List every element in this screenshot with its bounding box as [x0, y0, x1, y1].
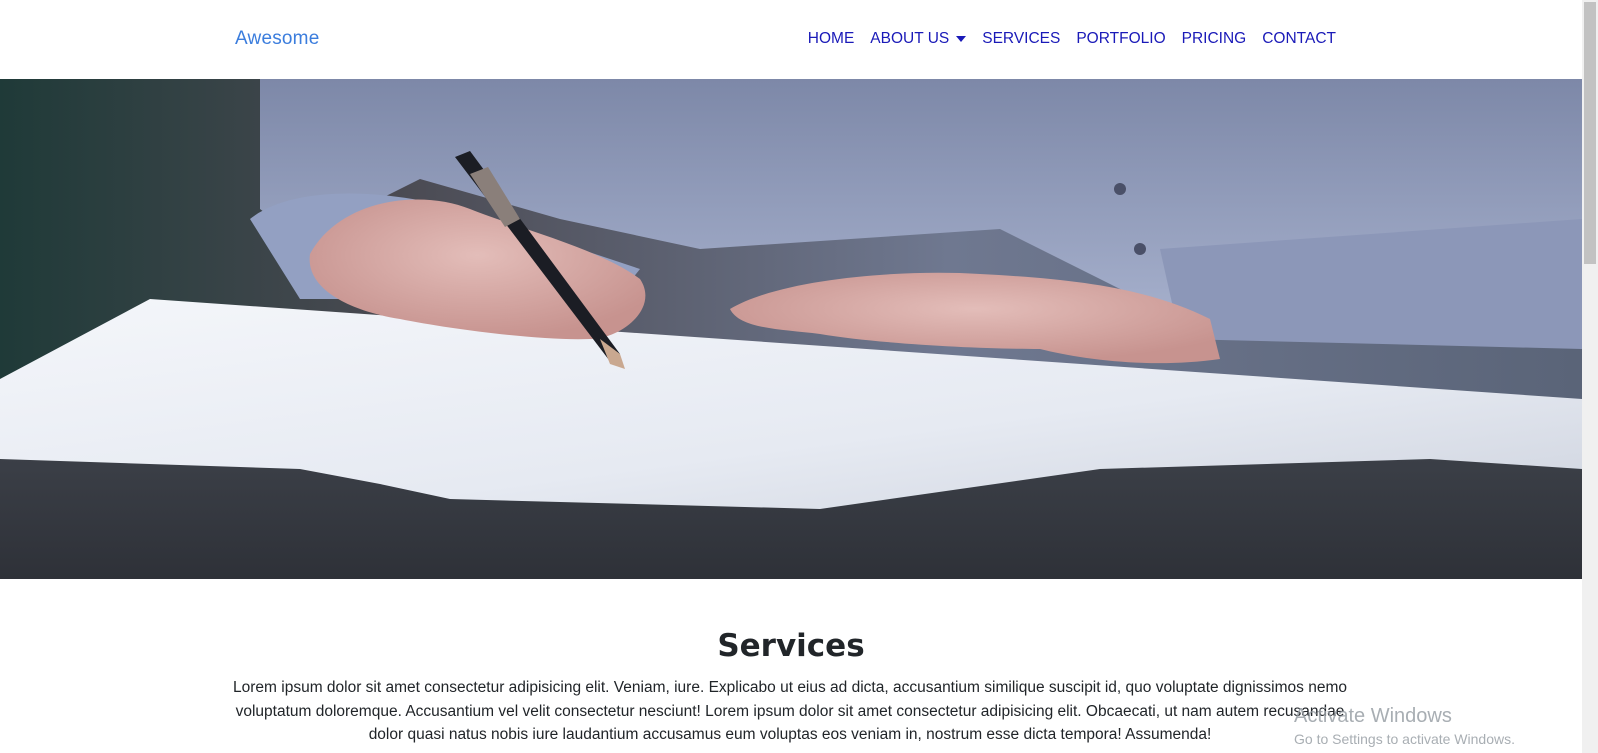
- brand-link[interactable]: Awesome: [235, 28, 319, 50]
- nav-item-home[interactable]: HOME: [808, 30, 855, 48]
- watermark-subtitle: Go to Settings to activate Windows.: [1294, 731, 1515, 747]
- vertical-scrollbar[interactable]: [1582, 0, 1598, 753]
- nav-item-services[interactable]: SERVICES: [982, 30, 1060, 48]
- watermark-title: Activate Windows: [1294, 705, 1452, 727]
- nav-item-portfolio[interactable]: PORTFOLIO: [1076, 30, 1165, 48]
- services-description: Lorem ipsum dolor sit amet consectetur a…: [233, 679, 1347, 743]
- hero-photo: [0, 79, 1582, 579]
- nav-item-about-us-label: ABOUT US: [870, 30, 950, 47]
- nav-item-about-us[interactable]: ABOUT US: [870, 30, 967, 48]
- navbar: Awesome HOME ABOUT US SERVICES PORTFOLIO…: [0, 0, 1582, 79]
- nav-item-contact[interactable]: CONTACT: [1262, 30, 1336, 48]
- nav-menu: HOME ABOUT US SERVICES PORTFOLIO PRICING…: [792, 30, 1336, 48]
- nav-item-pricing[interactable]: PRICING: [1182, 30, 1247, 48]
- scrollbar-thumb[interactable]: [1584, 2, 1596, 264]
- page: Awesome HOME ABOUT US SERVICES PORTFOLIO…: [0, 0, 1582, 753]
- activate-windows-watermark: Activate Windows Go to Settings to activ…: [1294, 705, 1515, 747]
- services-title: Services: [717, 628, 865, 664]
- caret-down-icon: [956, 36, 967, 42]
- hero-image: [0, 79, 1582, 579]
